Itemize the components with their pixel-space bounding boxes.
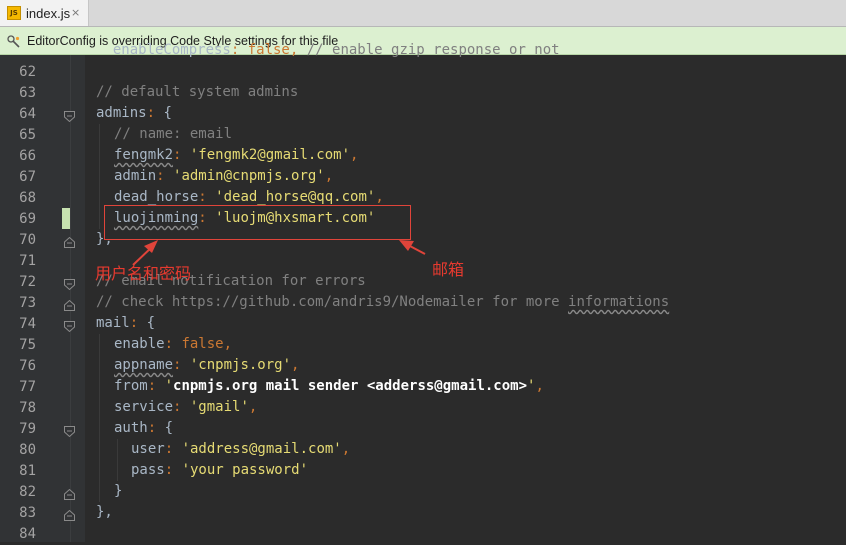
arrow-head-icon [399,240,414,251]
arrow-head-icon [144,240,158,253]
annotation-username-password: 用户名和密码 [95,264,192,283]
annotation-email: 邮箱 [432,260,465,279]
